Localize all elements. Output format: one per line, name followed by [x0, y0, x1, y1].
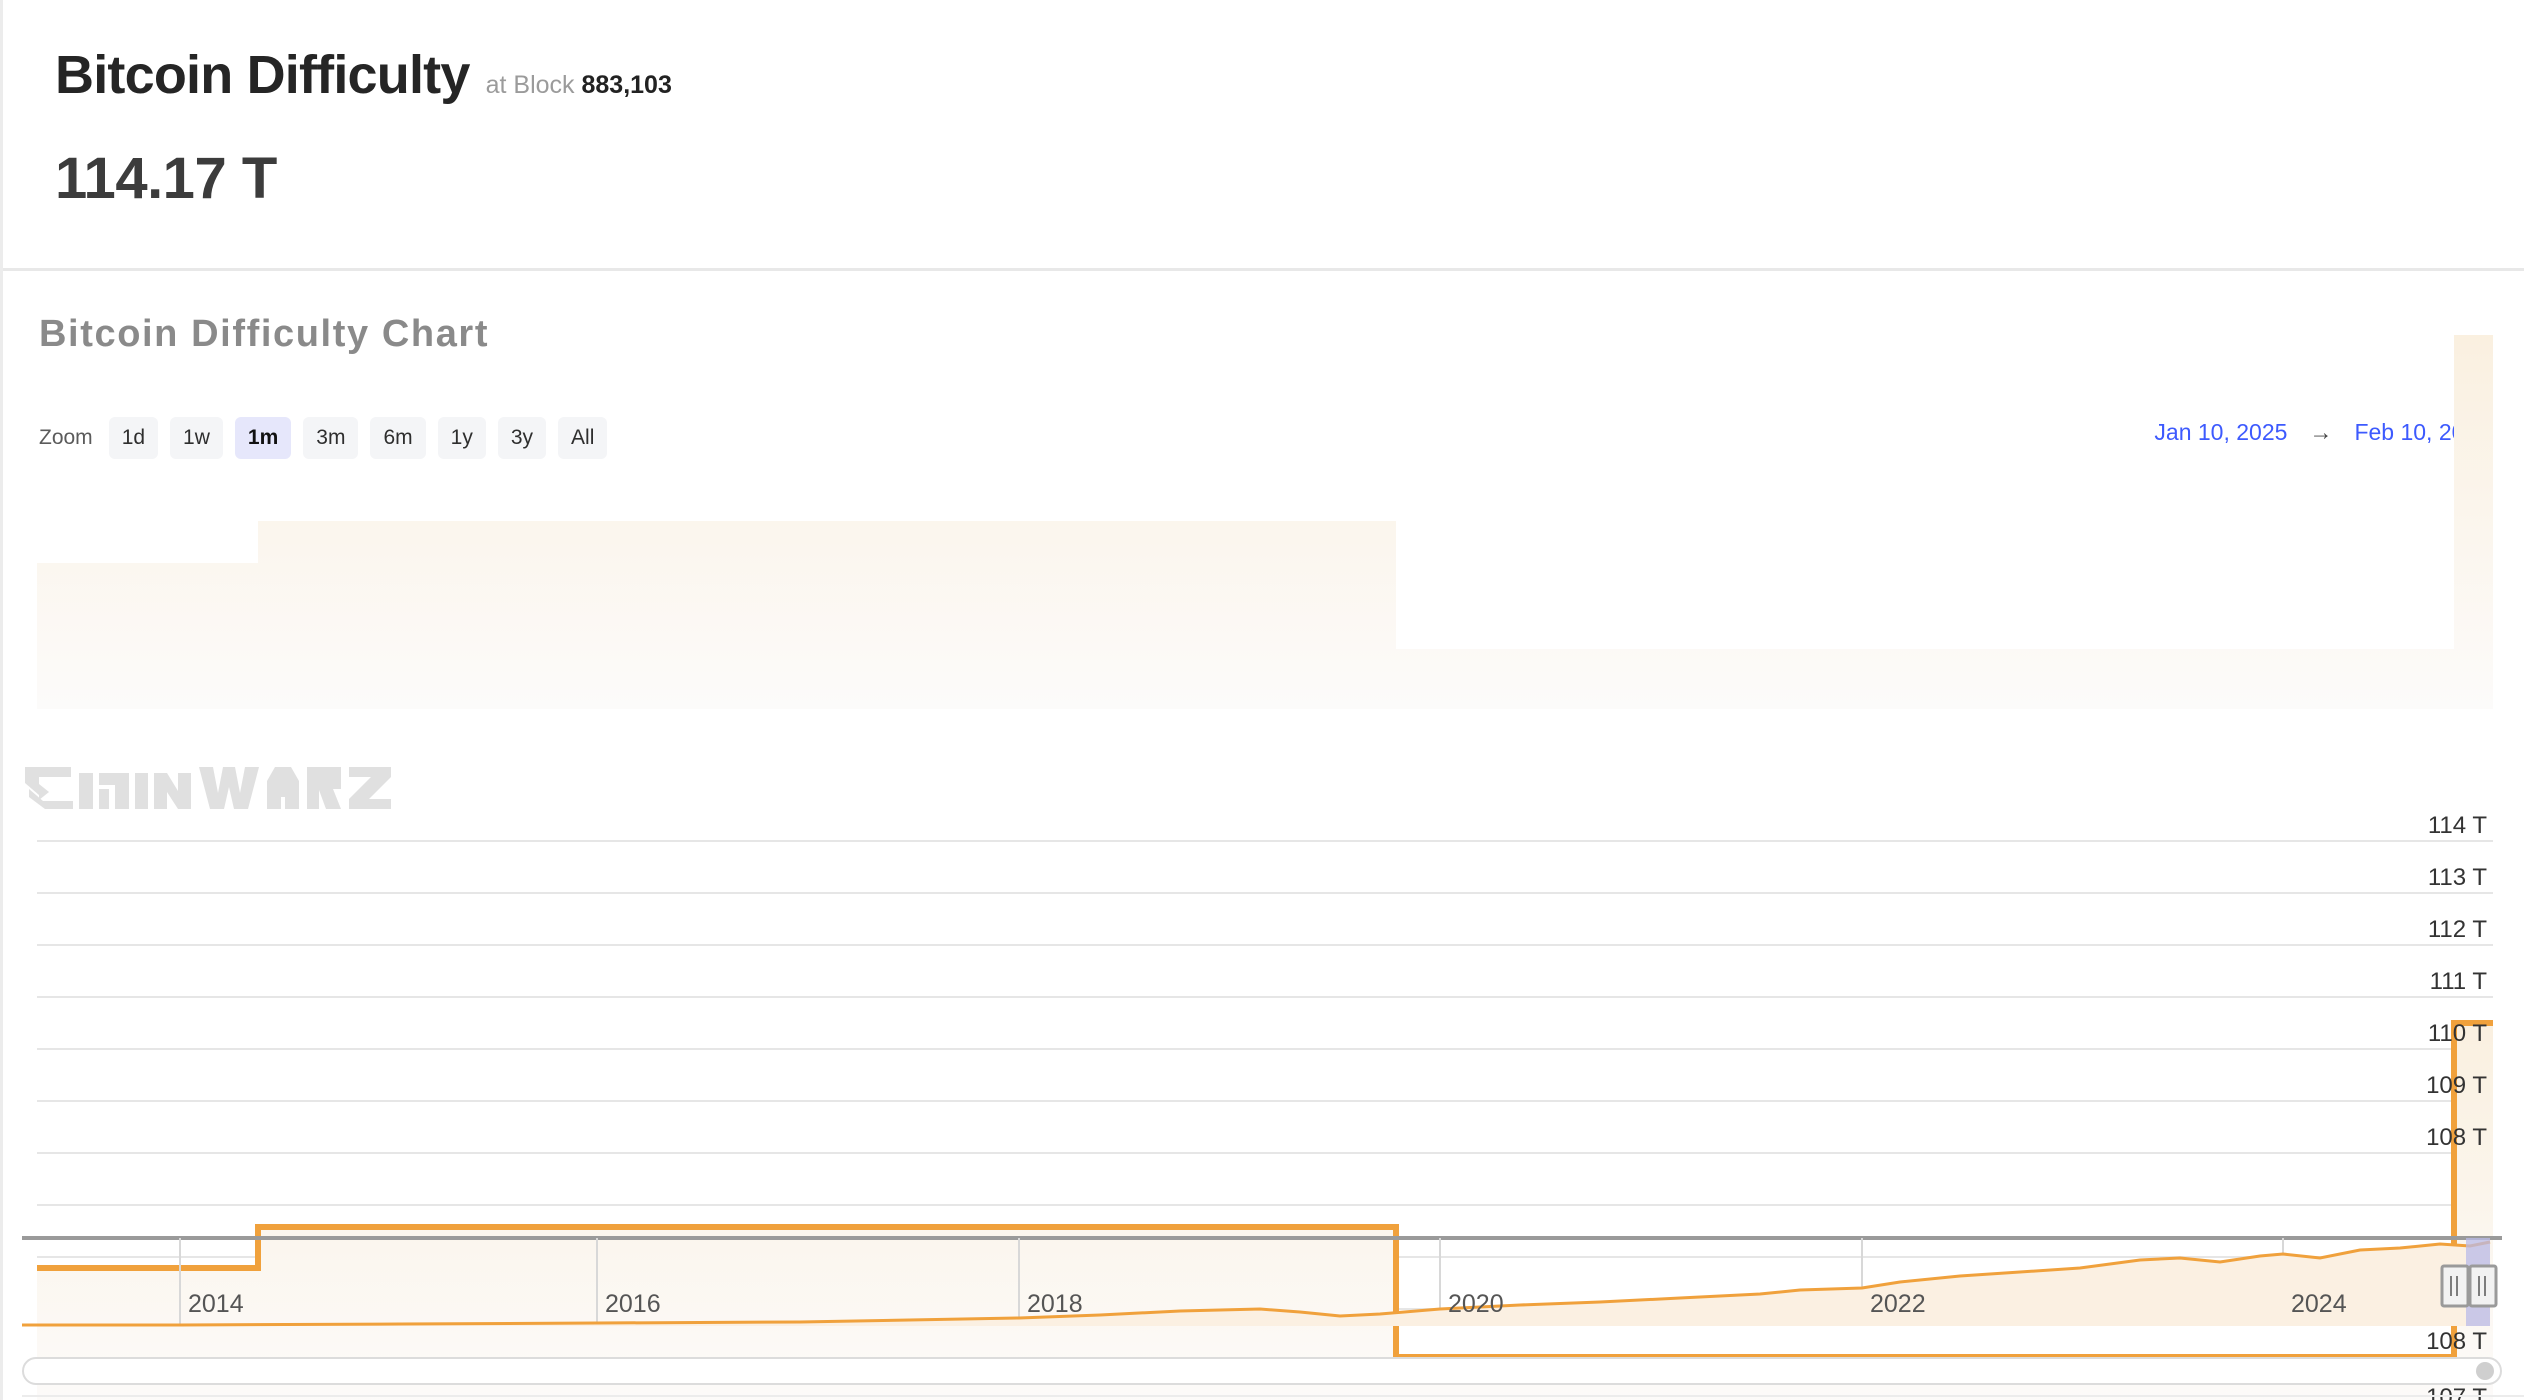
y-tick-109: 109 T: [2426, 1072, 2487, 1099]
navigator-year-2022: 2022: [1870, 1290, 1926, 1318]
page-title-text: Bitcoin Difficulty: [55, 45, 470, 105]
summary-header-card: Bitcoin Difficulty at Block 883,103 114.…: [0, 0, 2524, 271]
navigator-year-2018: 2018: [1027, 1290, 1083, 1318]
navigator-overview-chart[interactable]: 2014 2016 2018 2020 2022 2024: [0, 1230, 2524, 1340]
navigator[interactable]: 2014 2016 2018 2020 2022 2024: [0, 1230, 2524, 1340]
card-bottom-rule: [22, 1395, 2524, 1397]
y-tick-107: 107 T: [2426, 1384, 2487, 1400]
y-tick-113: 113 T: [2428, 864, 2487, 891]
at-block-label: at Block: [485, 71, 575, 99]
page-root: Bitcoin Difficulty at Block 883,103 114.…: [0, 0, 2524, 1400]
y-tick-114: 114 T: [2428, 812, 2487, 839]
difficulty-value: 114.17 T: [55, 146, 277, 211]
navigator-year-2024: 2024: [2291, 1290, 2347, 1318]
block-context: at Block 883,103: [486, 73, 672, 98]
navigator-scrollbar[interactable]: [22, 1357, 2502, 1385]
y-tick-108: 108 T: [2426, 1124, 2487, 1151]
difficulty-area: [37, 1023, 2493, 1400]
y-tick-112: 112 T: [2428, 916, 2487, 943]
navigator-year-2020: 2020: [1448, 1290, 1504, 1318]
page-title: Bitcoin Difficulty at Block 883,103: [55, 48, 672, 102]
y-tick-110: 110 T: [2428, 1020, 2487, 1047]
navigator-handle-right[interactable]: [2468, 1264, 2498, 1308]
y-tick-111: 111 T: [2430, 968, 2488, 995]
block-number: 883,103: [581, 71, 672, 99]
navigator-handle-left[interactable]: [2440, 1264, 2470, 1308]
difficulty-area-fill: [37, 335, 2493, 709]
navigator-scrollbar-thumb[interactable]: [2476, 1362, 2494, 1380]
navigator-area: [22, 1242, 2490, 1326]
navigator-year-2014: 2014: [188, 1290, 244, 1318]
navigator-year-2016: 2016: [605, 1290, 661, 1318]
